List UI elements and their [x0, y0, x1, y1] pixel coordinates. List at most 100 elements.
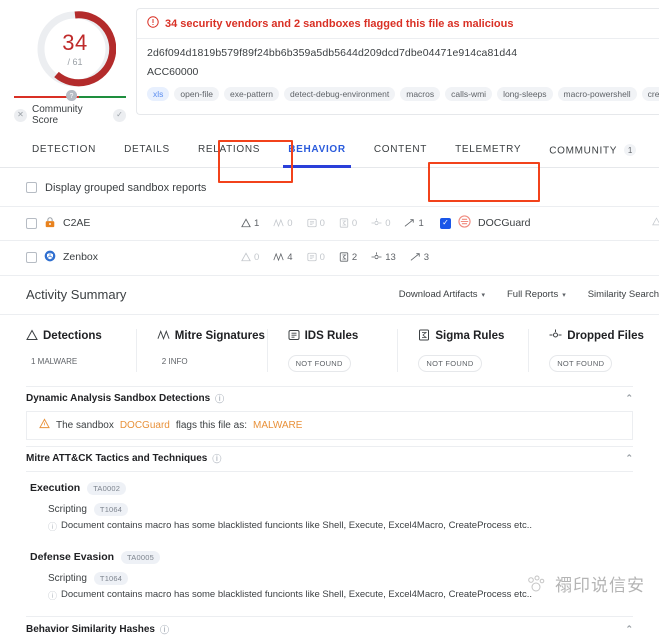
tab-label: TELEMETRY: [455, 144, 521, 155]
stat-value: 0: [352, 218, 357, 229]
sandbox-checkbox[interactable]: [26, 218, 37, 229]
file-tag[interactable]: long-sleeps: [497, 87, 552, 101]
tab-label: RELATIONS: [198, 144, 260, 155]
stat-network: 1: [404, 218, 423, 229]
stat-dropped-files: 0: [371, 218, 390, 229]
stat-value: 1: [418, 218, 423, 229]
tab-community[interactable]: COMMUNITY 1: [535, 136, 650, 167]
docguard-icon: [458, 215, 471, 231]
tab-telemetry[interactable]: TELEMETRY: [441, 136, 535, 167]
stat-value: 0: [254, 252, 259, 263]
file-tag[interactable]: calls-wmi: [445, 87, 492, 101]
file-tag[interactable]: xls: [147, 87, 169, 101]
tab-relations[interactable]: RELATIONS: [184, 136, 274, 167]
info-circle-icon[interactable]: ⓘ: [212, 452, 221, 465]
stat-value: 13: [385, 252, 396, 263]
detection-total: / 61: [67, 57, 82, 67]
sandbox-checkbox[interactable]: [26, 252, 37, 263]
technique-description-row: ⓘ Document contains macro has some black…: [48, 520, 633, 533]
behavior-similarity-header[interactable]: Behavior Similarity Hashes ⓘ ⌃: [26, 616, 633, 636]
mitre-header[interactable]: Mitre ATT&CK Tactics and Techniques ⓘ ⌃: [26, 446, 633, 472]
download-artifacts-button[interactable]: Download Artifacts ▾: [399, 289, 485, 300]
summary-title: Sigma Rules: [435, 330, 504, 342]
tactic-code: TA0002: [87, 482, 126, 495]
stat-value: 0: [385, 218, 390, 229]
watermark: 禤印说信安: [525, 571, 645, 596]
chevron-up-icon[interactable]: ⌃: [625, 393, 633, 404]
file-tag[interactable]: detect-debug-environment: [284, 87, 395, 101]
info-circle-icon[interactable]: ⓘ: [215, 392, 224, 405]
file-tag[interactable]: create-ole: [642, 87, 659, 101]
file-info-card: 34 security vendors and 2 sandboxes flag…: [136, 8, 659, 115]
tab-label: CONTENT: [374, 144, 427, 155]
sandbox-stats: 0 4 0 2 13 3: [241, 252, 429, 263]
sandbox-name: C2AE: [63, 217, 90, 229]
info-circle-icon[interactable]: ⓘ: [160, 623, 169, 636]
summary-badge: 1 MALWARE: [26, 355, 82, 368]
stat-value: 0: [320, 252, 325, 263]
file-tag-list: xls open-file exe-pattern detect-debug-e…: [147, 87, 659, 101]
tactic-code: TA0005: [121, 551, 160, 564]
file-tag[interactable]: exe-pattern: [224, 87, 279, 101]
verdict-middle: flags this file as:: [176, 420, 247, 431]
sandbox-row-zenbox[interactable]: Zenbox 0 4 0 2 13: [0, 240, 659, 274]
tactic-name: Execution: [30, 482, 80, 494]
chevron-up-icon[interactable]: ⌃: [625, 624, 633, 635]
technique-name: Scripting: [48, 573, 87, 584]
tab-bar-wrapper: DETECTION DETAILS RELATIONS BEHAVIOR CON…: [0, 136, 659, 168]
sandbox-verdict-row: The sandbox DOCGuard flags this file as:…: [26, 412, 633, 440]
file-tag[interactable]: macro-powershell: [558, 87, 637, 101]
lock-shield-icon: [44, 216, 56, 231]
verdict-sandbox-name[interactable]: DOCGuard: [120, 420, 170, 431]
tab-label: BEHAVIOR: [288, 144, 346, 155]
file-header: 34 / 61 ? ✕ Community Score ✓: [0, 0, 659, 126]
tab-behavior[interactable]: BEHAVIOR: [274, 136, 360, 167]
summary-cell-dropped-files: Dropped Files NOT FOUND: [529, 329, 659, 372]
technique-description: Document contains macro has some blackli…: [61, 520, 532, 531]
tab-label: COMMUNITY: [549, 146, 617, 157]
watermark-text: 禤印说信安: [555, 571, 645, 596]
dynamic-analysis-header[interactable]: Dynamic Analysis Sandbox Detections ⓘ ⌃: [26, 386, 633, 412]
sandbox-row-c2ae[interactable]: C2AE 1 0 0 0 0: [0, 206, 659, 240]
chevron-up-icon[interactable]: ⌃: [625, 453, 633, 464]
full-reports-button[interactable]: Full Reports ▾: [507, 289, 566, 300]
tactic-name: Defense Evasion: [30, 551, 114, 563]
technique-code: T1064: [94, 572, 128, 585]
technique-description: Document contains macro has some blackli…: [61, 589, 532, 600]
detection-count: 34: [62, 32, 87, 54]
file-tag[interactable]: macros: [400, 87, 440, 101]
mitre-tactic: Execution TA0002 Scripting T1064 ⓘ Docum…: [30, 482, 633, 533]
tab-label: DETAILS: [124, 144, 170, 155]
sandbox-stats: 1 0 0 0 0 1: [241, 218, 424, 229]
stat-network: 3: [410, 252, 429, 263]
similarity-search-button[interactable]: Similarity Search: [588, 289, 659, 300]
tab-label: DETECTION: [32, 144, 96, 155]
cube-icon: [44, 250, 56, 265]
sandbox-name: Zenbox: [63, 251, 98, 263]
display-grouped-reports-label: Display grouped sandbox reports: [45, 182, 206, 194]
display-grouped-reports-checkbox[interactable]: [26, 182, 37, 193]
tab-details[interactable]: DETAILS: [110, 136, 184, 167]
stat-mitre: 0: [273, 218, 292, 229]
tab-detection[interactable]: DETECTION: [18, 136, 110, 167]
display-grouped-reports-row[interactable]: Display grouped sandbox reports: [0, 168, 659, 206]
summary-title: Dropped Files: [567, 330, 644, 342]
file-tag[interactable]: open-file: [174, 87, 219, 101]
dynamic-analysis-title: Dynamic Analysis Sandbox Detections: [26, 393, 210, 404]
stat-value: 0: [320, 218, 325, 229]
summary-cell-mitre-signatures: Mitre Signatures 2 INFO: [137, 329, 268, 372]
warning-triangle-icon: [39, 418, 50, 432]
summary-title: Detections: [43, 330, 102, 342]
docguard-checkbox[interactable]: [440, 218, 451, 229]
malicious-alert-text: 34 security vendors and 2 sandboxes flag…: [165, 18, 513, 30]
thumbs-up-icon[interactable]: ✓: [113, 109, 126, 122]
detection-gauge: 34 / 61: [26, 8, 124, 90]
stat-ids-rules: 0: [307, 252, 325, 263]
svg-text:?: ?: [70, 93, 74, 100]
community-count-badge: 1: [624, 144, 636, 156]
selected-sandbox-docguard[interactable]: DOCGuard: [440, 215, 531, 231]
activity-summary-grid: Detections 1 MALWARE Mitre Signatures 2 …: [0, 315, 659, 372]
thumbs-down-icon[interactable]: ✕: [14, 109, 27, 122]
verdict-value: MALWARE: [253, 420, 302, 431]
tab-content[interactable]: CONTENT: [360, 136, 441, 167]
